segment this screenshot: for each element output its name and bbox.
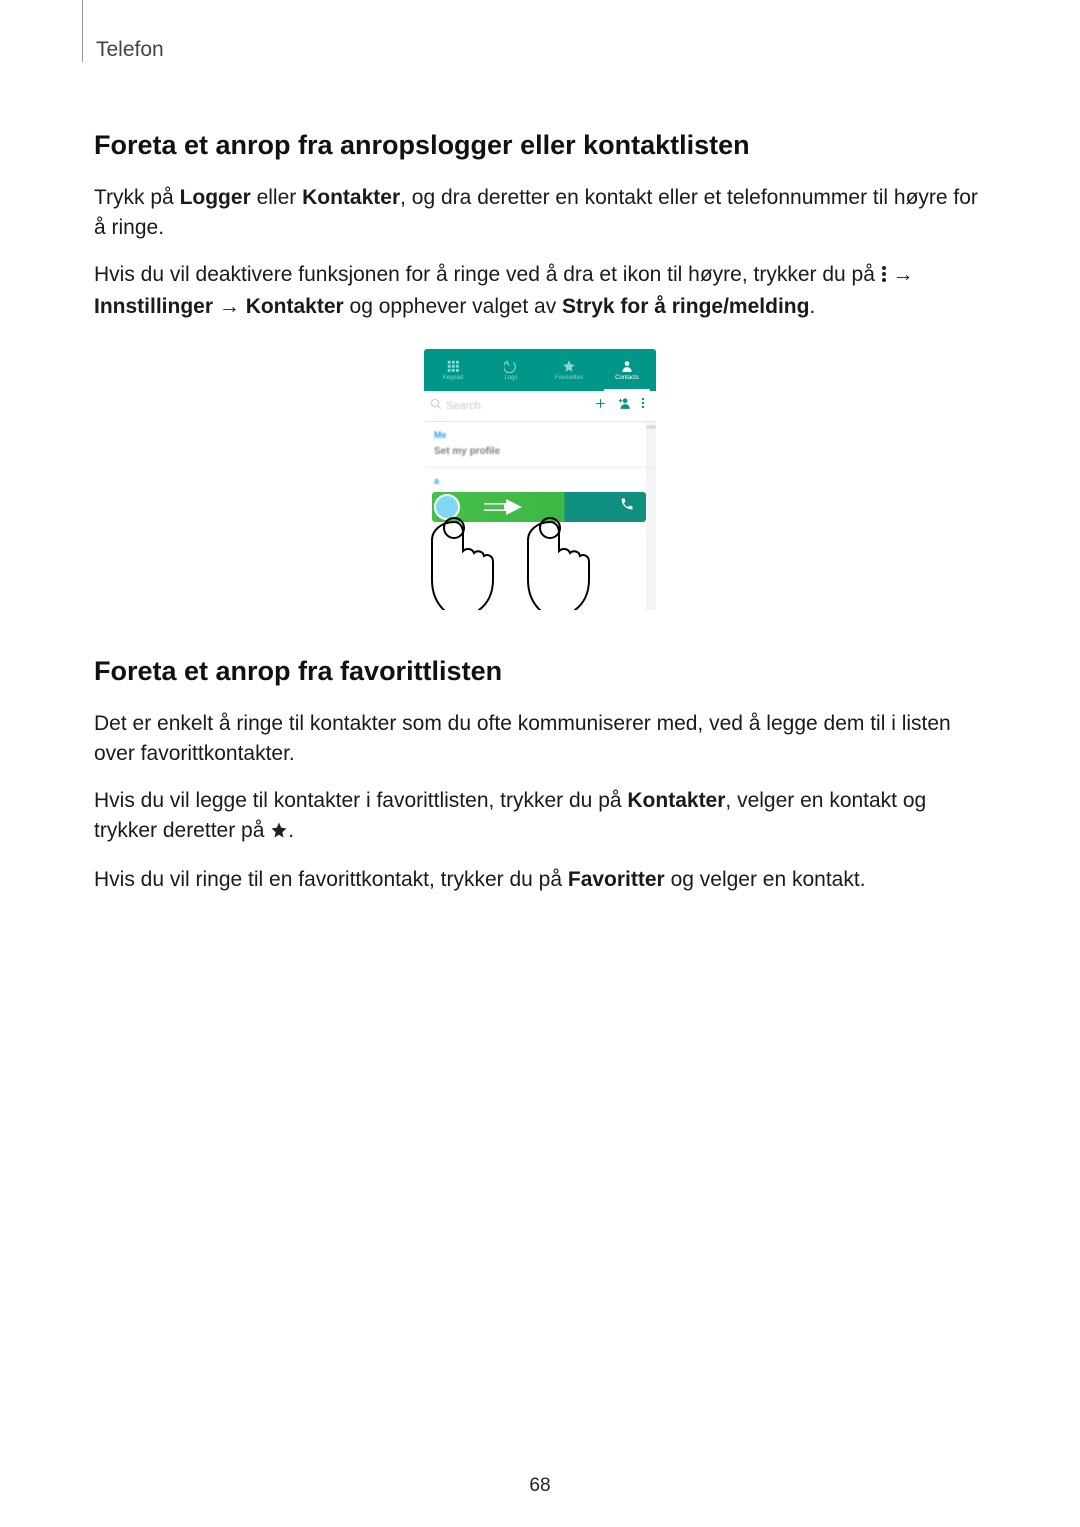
search-icon xyxy=(430,397,442,415)
tab-keypad: Keypad xyxy=(424,349,482,391)
text: Trykk på xyxy=(94,186,180,209)
add-contact-icon xyxy=(617,396,631,415)
tab-label: Keypad xyxy=(443,375,463,381)
plus-icon xyxy=(594,397,607,415)
search-placeholder: Search xyxy=(446,400,589,412)
text: Hvis du vil deaktivere funksjonen for å … xyxy=(94,263,881,286)
figure-list: #ABCDEFGHIJKLM Me Set my profile a xyxy=(424,422,656,610)
paragraph: Hvis du vil deaktivere funksjonen for å … xyxy=(94,260,986,323)
text: . xyxy=(809,295,815,318)
text-bold: Kontakter xyxy=(302,186,400,209)
tab-label: Contacts xyxy=(615,375,639,381)
star-icon xyxy=(562,359,576,373)
text: Hvis du vil ringe til en favorittkontakt… xyxy=(94,868,568,891)
text: . xyxy=(288,819,294,842)
paragraph: Det er enkelt å ringe til kontakter som … xyxy=(94,709,986,770)
hand-pointer-left-icon xyxy=(424,514,530,610)
hand-pointer-right-icon xyxy=(516,514,626,610)
paragraph: Trykk på Logger eller Kontakter, og dra … xyxy=(94,183,986,244)
tab-favourites: Favourites xyxy=(540,349,598,391)
chapter-label: Telefon xyxy=(96,38,986,62)
text: → xyxy=(887,263,914,286)
more-icon xyxy=(641,396,645,415)
page-number: 68 xyxy=(0,1475,1080,1497)
text: Hvis du vil legge til kontakter i favori… xyxy=(94,789,627,812)
figure-searchbar: Search xyxy=(424,391,656,422)
tab-contacts: Contacts xyxy=(598,349,656,391)
text-bold: Kontakter xyxy=(627,789,725,812)
paragraph: Hvis du vil legge til kontakter i favori… xyxy=(94,786,986,849)
text: og velger en kontakt. xyxy=(665,868,866,891)
text-bold: Favoritter xyxy=(568,868,665,891)
keypad-icon xyxy=(446,359,460,373)
heading-call-from-logs: Foreta et anrop fra anropslogger eller k… xyxy=(94,130,986,161)
tab-label: Favourites xyxy=(555,375,583,381)
text: og opphever valget av xyxy=(344,295,562,318)
heading-call-from-favourites: Foreta et anrop fra favorittlisten xyxy=(94,656,986,687)
section-me: Me xyxy=(424,422,656,442)
paragraph: Hvis du vil ringe til en favorittkontakt… xyxy=(94,865,986,895)
set-my-profile: Set my profile xyxy=(424,442,656,468)
figure-swipe-to-call: Keypad Logs Favourites Contacts Sear xyxy=(94,349,986,610)
text-bold: Kontakter xyxy=(246,295,344,318)
text: eller xyxy=(251,186,302,209)
logs-icon xyxy=(504,359,518,373)
header-rule xyxy=(82,0,83,62)
section-letter: a xyxy=(424,468,656,490)
star-icon xyxy=(270,818,288,848)
person-icon xyxy=(620,359,634,373)
tab-logs: Logs xyxy=(482,349,540,391)
swipe-arrow-icon xyxy=(484,499,524,515)
text-bold: Logger xyxy=(180,186,251,209)
text: → xyxy=(213,295,246,318)
text-bold: Innstillinger xyxy=(94,295,213,318)
tab-label: Logs xyxy=(504,375,517,381)
text-bold: Stryk for å ringe/melding xyxy=(562,295,809,318)
figure-tabbar: Keypad Logs Favourites Contacts xyxy=(424,349,656,391)
